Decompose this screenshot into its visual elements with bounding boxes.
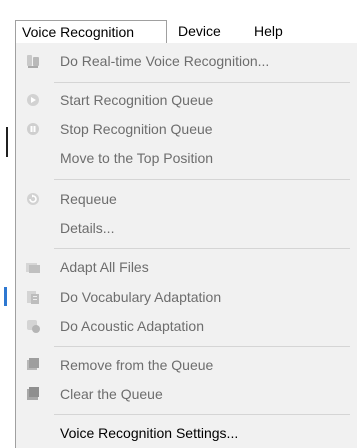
menu-item-label: Start Recognition Queue: [60, 92, 214, 108]
menu-item-label: Move to the Top Position: [60, 150, 214, 166]
menu-item-stop-recognition-queue[interactable]: Stop Recognition Queue: [16, 115, 357, 143]
menu-item-remove-from-queue[interactable]: Remove from the Queue: [16, 351, 357, 379]
menu-item-label: Remove from the Queue: [60, 357, 214, 373]
stop-queue-icon: [25, 121, 41, 137]
requeue-icon: [25, 191, 41, 207]
menu-item-label: Voice Recognition Settings...: [60, 425, 239, 441]
menu-separator: [54, 82, 350, 83]
menu-item-adapt-all-files[interactable]: Adapt All Files: [16, 253, 357, 281]
voice-recognition-dropdown: Do Real-time Voice Recognition... Start …: [15, 43, 357, 448]
menu-item-realtime-voice-recognition[interactable]: Do Real-time Voice Recognition...: [16, 47, 357, 75]
menu-separator: [54, 414, 350, 415]
menu-item-label: Stop Recognition Queue: [60, 121, 213, 137]
acoustic-adaptation-icon: [25, 318, 41, 334]
menu-separator: [54, 346, 350, 347]
menu-item-label: Do Acoustic Adaptation: [60, 318, 204, 334]
menu-item-start-recognition-queue[interactable]: Start Recognition Queue: [16, 86, 357, 114]
menu-separator: [54, 248, 350, 249]
menu-item-label: Details...: [60, 220, 115, 236]
adapt-files-icon: [25, 259, 41, 275]
menu-item-label: Do Real-time Voice Recognition...: [60, 53, 270, 69]
window-edge-accent: [4, 287, 7, 306]
menu-voice-recognition[interactable]: Voice Recognition: [15, 20, 167, 44]
clear-queue-icon: [25, 386, 41, 402]
realtime-voice-icon: [25, 53, 41, 69]
vocabulary-adaptation-icon: [25, 289, 41, 305]
menu-separator: [54, 179, 350, 180]
menu-item-vocabulary-adaptation[interactable]: Do Vocabulary Adaptation: [16, 283, 357, 311]
menu-item-acoustic-adaptation[interactable]: Do Acoustic Adaptation: [16, 312, 357, 340]
start-queue-icon: [25, 92, 41, 108]
menu-item-label: Adapt All Files: [60, 259, 149, 275]
menu-item-voice-recognition-settings[interactable]: Voice Recognition Settings...: [16, 419, 357, 447]
menu-item-move-to-top[interactable]: Move to the Top Position: [16, 144, 357, 172]
menu-item-label: Do Vocabulary Adaptation: [60, 289, 222, 305]
menu-item-label: Requeue: [60, 191, 117, 207]
menu-item-requeue[interactable]: Requeue: [16, 185, 357, 213]
window-edge-mark: [6, 127, 8, 157]
menu-item-clear-queue[interactable]: Clear the Queue: [16, 380, 357, 408]
menu-help[interactable]: Help: [248, 20, 289, 44]
remove-queue-icon: [25, 357, 41, 373]
menu-item-label: Clear the Queue: [60, 386, 163, 402]
menu-item-details[interactable]: Details...: [16, 214, 357, 242]
menu-bar: Voice Recognition Device Help: [0, 0, 357, 44]
menu-device[interactable]: Device: [172, 20, 227, 44]
